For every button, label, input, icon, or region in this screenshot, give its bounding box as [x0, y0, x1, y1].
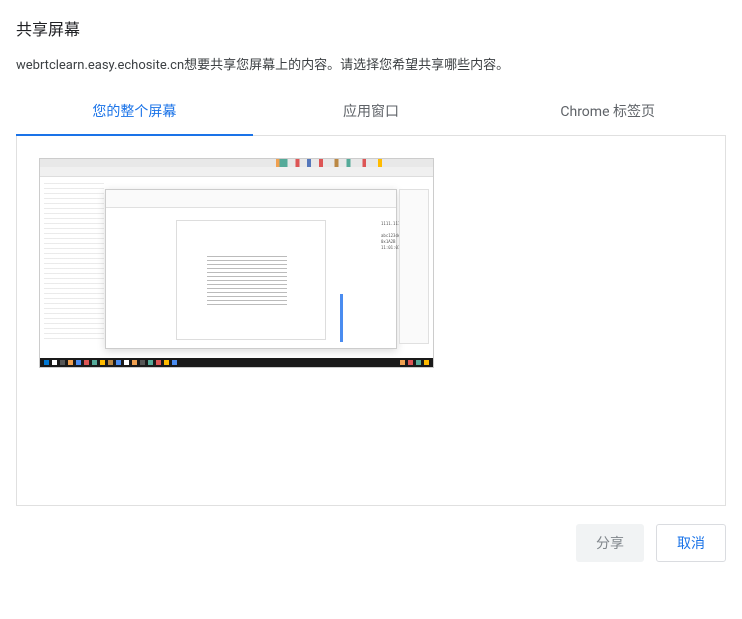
taskbar-icon — [140, 360, 145, 365]
thumbnail-highlight-bar — [340, 294, 343, 342]
taskbar-tray-icon — [416, 360, 421, 365]
share-source-tabs: 您的整个屏幕 应用窗口 Chrome 标签页 — [16, 89, 726, 136]
screen-thumbnail[interactable]: 1111.1111 abc123de0x1A2B11:01:01 — [39, 158, 434, 368]
thumbnail-nested-header — [106, 190, 396, 208]
taskbar-icon — [172, 360, 177, 365]
taskbar-icon — [68, 360, 73, 365]
tab-chrome-tab[interactable]: Chrome 标签页 — [489, 89, 726, 135]
dialog-button-row: 分享 取消 — [0, 506, 742, 580]
thumbnail-browser-toolbar — [40, 167, 433, 177]
taskbar-icon — [100, 360, 105, 365]
share-screen-dialog: 共享屏幕 webrtclearn.easy.echosite.cn想要共享您屏幕… — [0, 0, 742, 506]
taskbar-icon — [44, 360, 49, 365]
taskbar-icon — [156, 360, 161, 365]
taskbar-icon — [124, 360, 129, 365]
taskbar-tray-icon — [400, 360, 405, 365]
cancel-button[interactable]: 取消 — [656, 524, 726, 562]
thumbnail-browser-tabs — [40, 159, 433, 167]
taskbar-icon — [108, 360, 113, 365]
thumbnail-nested-content — [207, 256, 287, 306]
taskbar-icon — [92, 360, 97, 365]
taskbar-icon — [84, 360, 89, 365]
source-preview-area: 1111.1111 abc123de0x1A2B11:01:01 — [16, 136, 726, 506]
taskbar-icon — [60, 360, 65, 365]
dialog-title: 共享屏幕 — [16, 16, 726, 40]
dialog-subtitle: webrtclearn.easy.echosite.cn想要共享您屏幕上的内容。… — [16, 54, 726, 73]
thumbnail-taskbar — [40, 358, 433, 367]
taskbar-icon — [116, 360, 121, 365]
taskbar-icon — [132, 360, 137, 365]
thumbnail-left-text — [44, 183, 104, 343]
tab-application-window[interactable]: 应用窗口 — [253, 89, 490, 135]
thumbnail-main-area: 1111.1111 abc123de0x1A2B11:01:01 — [40, 177, 433, 360]
taskbar-tray-icon — [424, 360, 429, 365]
taskbar-icon — [76, 360, 81, 365]
thumbnail-right-panel — [399, 189, 429, 344]
thumbnail-nested-inner — [176, 220, 326, 340]
taskbar-icon — [148, 360, 153, 365]
taskbar-tray-icon — [408, 360, 413, 365]
tab-entire-screen[interactable]: 您的整个屏幕 — [16, 89, 253, 135]
taskbar-icon — [52, 360, 57, 365]
thumbnail-nested-window — [105, 189, 397, 349]
share-button[interactable]: 分享 — [576, 524, 644, 562]
taskbar-icon — [164, 360, 169, 365]
